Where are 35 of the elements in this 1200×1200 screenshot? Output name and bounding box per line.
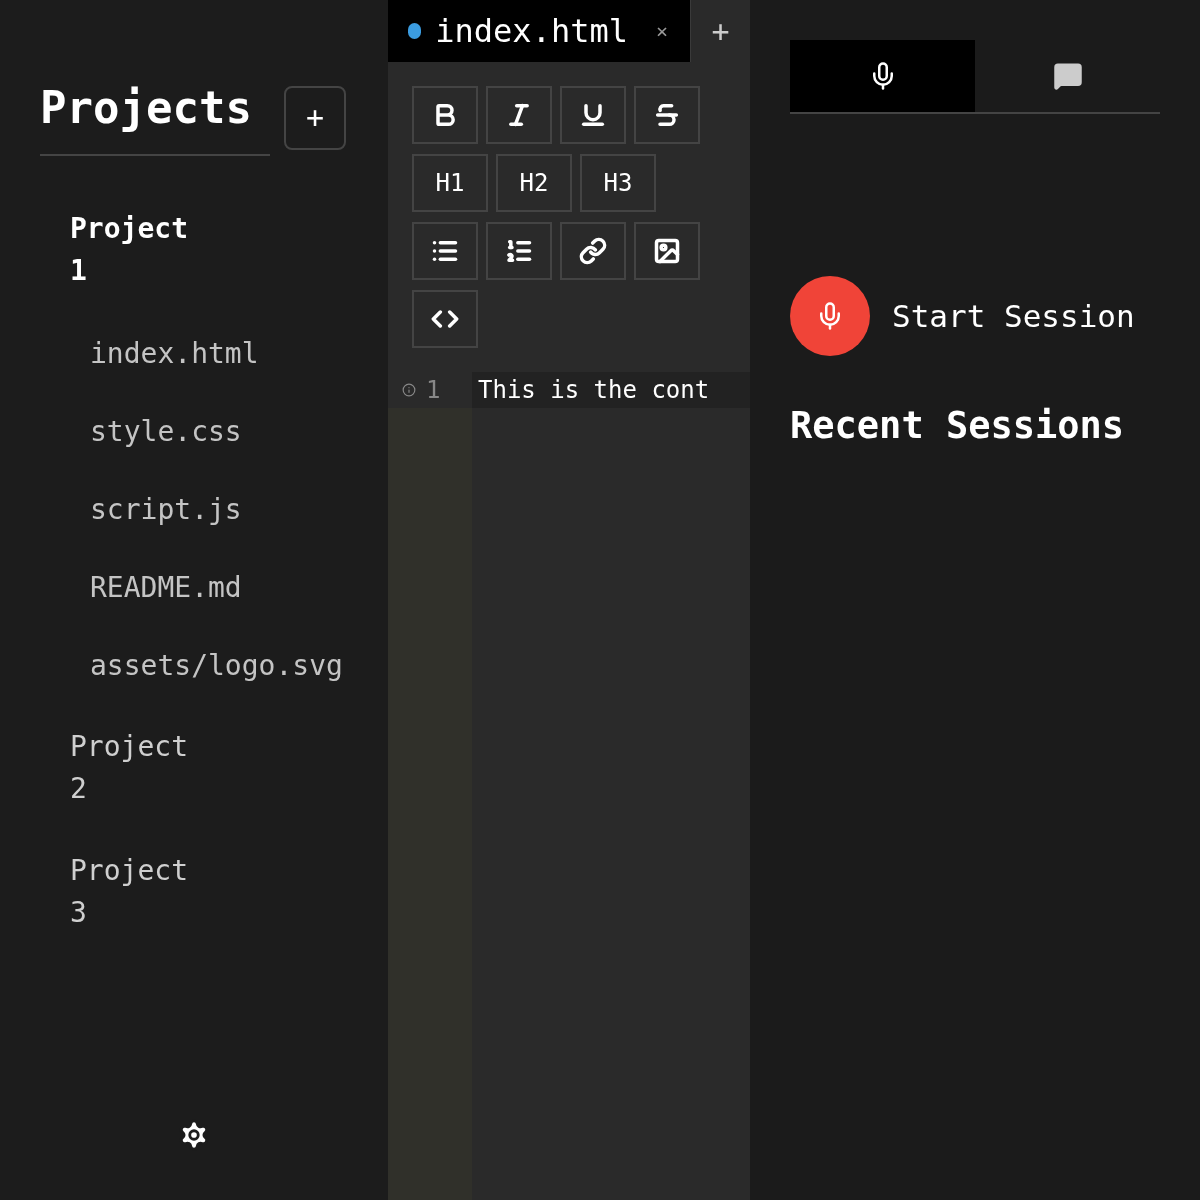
italic-button[interactable]: [486, 86, 552, 144]
heading-button[interactable]: H3: [580, 154, 656, 212]
underline-button[interactable]: [560, 86, 626, 144]
tab-label: index.html: [435, 11, 628, 52]
image-button[interactable]: [634, 222, 700, 280]
file-item[interactable]: index.html: [90, 334, 388, 374]
chat-bubble-icon: [1052, 61, 1083, 91]
code-button[interactable]: [412, 290, 478, 348]
numbered-list-icon: [505, 237, 533, 265]
heading-button[interactable]: H2: [496, 154, 572, 212]
file-item[interactable]: assets/logo.svg: [90, 646, 388, 686]
add-project-button[interactable]: +: [284, 86, 346, 150]
project-item[interactable]: Project 3: [70, 850, 210, 934]
file-item[interactable]: style.css: [90, 412, 388, 452]
file-item[interactable]: script.js: [90, 490, 388, 530]
image-icon: [653, 237, 681, 265]
bullet-list-button[interactable]: [412, 222, 478, 280]
project-item[interactable]: Project 1: [70, 208, 210, 292]
project-item[interactable]: Project 2: [70, 726, 210, 810]
link-icon: [579, 237, 607, 265]
sidebar-title: Projects: [40, 86, 270, 156]
link-button[interactable]: [560, 222, 626, 280]
strikethrough-icon: [653, 101, 681, 129]
numbered-list-button[interactable]: [486, 222, 552, 280]
start-session-label: Start Session: [892, 296, 1135, 336]
heading-button[interactable]: H1: [412, 154, 488, 212]
bold-button[interactable]: [412, 86, 478, 144]
info-icon: [402, 383, 416, 397]
underline-icon: [579, 101, 607, 129]
strikethrough-button[interactable]: [634, 86, 700, 144]
file-item[interactable]: README.md: [90, 568, 388, 608]
file-tab[interactable]: index.html ×: [388, 0, 690, 62]
line-number: 1: [426, 375, 441, 406]
recent-sessions-heading: Recent Sessions: [790, 403, 1126, 449]
close-tab-button[interactable]: ×: [655, 16, 668, 46]
